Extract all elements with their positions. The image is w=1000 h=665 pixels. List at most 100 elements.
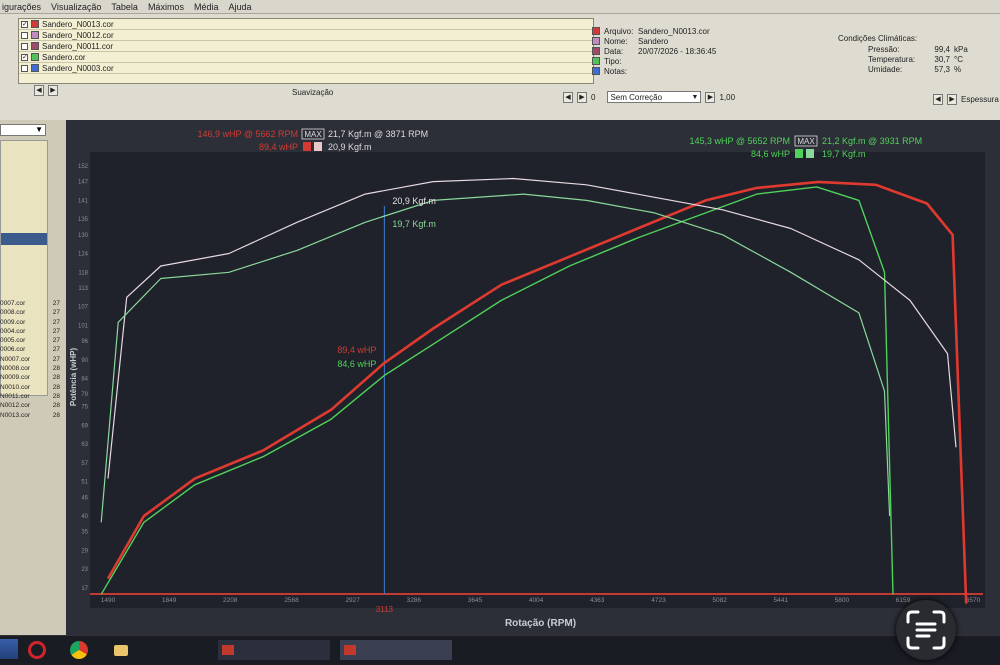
run-file-row[interactable]: Sandero_N0012.cor [19,30,593,41]
sidebar-file-list: 0007.cor 27 0008.cor 27 0009.cor 27 0004.cor 27… [0,300,66,421]
chrome-icon[interactable] [70,641,88,659]
climate-value: 30,7 [934,55,950,64]
y-tick-label: 113 [78,286,88,292]
correction-select[interactable]: Sem Correção ▼ [607,91,702,103]
run-file-list: ✓ Sandero_N0013.cor Sandero_N0012.cor Sande… [18,18,594,84]
scan-text-button[interactable] [896,600,956,660]
green-max-power-readout: 145,3 wHP @ 5652 RPM [689,136,790,146]
run-color-swatch [31,42,39,50]
plot-frame: 17 23 29 35 40 46 51 57 63 69 75 79 84 90 96 101 107 113 1… [66,120,1000,635]
sidebar-file-name: 0007.cor [0,300,26,307]
menu-item[interactable]: igurações [2,2,41,12]
red-cursor-power-readout: 89,4 wHP [259,142,298,152]
taskbar-folder-app[interactable] [110,640,210,660]
taskbar-dynotron-app-1[interactable] [218,640,330,660]
y-tick-label: 23 [81,567,88,573]
sidebar-file-name: N0010.cor [0,383,30,391]
dynotron-icon [344,645,356,655]
run-info-row: Tipo: [592,56,762,66]
menu-item[interactable]: Máximos [148,2,184,12]
sidebar-selected-item[interactable] [1,233,47,245]
run-color-swatch [31,53,39,61]
sidebar-file-name: N0011.cor [0,392,30,400]
thickness-increase-button[interactable]: ▶ [947,94,957,105]
red-power-swatch [303,142,311,151]
run-color-swatch [31,64,39,72]
sidebar-file-number: 27 [52,355,60,363]
red-max-power-readout: 146,9 wHP @ 5662 RPM [197,129,298,139]
info-color-swatch [592,47,600,55]
menu-item[interactable]: Média [194,2,219,12]
sidebar-file-item[interactable]: 0005.cor 27 [0,337,66,346]
sidebar-file-item[interactable]: 0009.cor 27 [0,319,66,328]
x-tick-label: 1849 [162,597,177,604]
thickness-decrease-button[interactable]: ◀ [933,94,943,105]
smoothing-decrease-button[interactable]: ◀ [563,91,573,103]
run-file-name: Sandero_N0012.cor [42,30,114,40]
y-tick-label: 69 [81,423,88,429]
sidebar-file-number: 27 [52,346,60,354]
sidebar-file-item[interactable]: N0012.cor 28 [0,402,66,411]
scan-icon [906,610,946,650]
menu-item[interactable]: Tabela [111,2,138,12]
plot-area [90,152,985,608]
sidebar-file-name: N0008.cor [0,365,30,373]
y-tick-label: 29 [81,548,88,554]
y-tick-label: 107 [78,305,89,311]
smoothing-value: 0 [591,92,596,102]
run-file-checkbox[interactable] [21,42,28,50]
x-tick-label: 4363 [590,597,605,604]
menu-item[interactable]: Ajuda [228,2,251,12]
info-color-swatch [592,57,600,65]
sidebar-file-item[interactable]: N0011.cor 28 [0,393,66,402]
green-cursor-power-label: 84,6 wHP [337,359,376,369]
run-file-name: Sandero_N0003.cor [42,63,114,73]
menu-bar: igurações Visualização Tabela Máximos Média A… [0,0,1000,14]
run-file-row[interactable]: ✓ Sandero.cor [19,52,593,63]
sidebar-file-item[interactable]: 0008.cor 27 [0,309,66,318]
sidebar-file-item[interactable]: N0007.cor 27 [0,356,66,365]
sidebar-file-number: 28 [52,374,60,382]
sidebar-file-number: 27 [52,318,60,326]
x-tick-label: 6570 [966,597,981,604]
sidebar-file-name: 0005.cor [0,337,26,345]
taskbar-dynotron-app-2[interactable] [340,640,452,660]
y-tick-label: 57 [81,461,88,467]
opera-icon[interactable] [28,641,46,659]
y-tick-label: 79 [81,392,88,398]
sidebar-dropdown[interactable]: ▼ [0,124,46,136]
dyno-chart[interactable]: 17 23 29 35 40 46 51 57 63 69 75 79 84 90 96 101 107 113 1… [66,120,1000,635]
y-tick-label: 124 [78,252,89,258]
menu-item[interactable]: Visualização [51,2,101,12]
climate-row: Umidade: 57,3% [838,65,988,75]
sidebar-file-item[interactable]: 0007.cor 27 [0,300,66,309]
sidebar-file-number: 28 [52,383,60,391]
run-file-checkbox[interactable] [21,31,28,39]
sidebar-file-item[interactable]: 0004.cor 27 [0,328,66,337]
run-file-row[interactable]: Sandero_N0011.cor [19,41,593,52]
sidebar-file-item[interactable]: 0006.cor 27 [0,346,66,355]
correction-spin-button[interactable]: ▶ [705,91,716,103]
red-cursor-power-label: 89,4 wHP [337,345,376,355]
sidebar-file-number: 27 [52,300,60,307]
x-tick-label: 3286 [407,597,422,604]
sidebar-file-name: 0008.cor [0,309,26,317]
sidebar-file-item[interactable]: N0009.cor 28 [0,374,66,383]
run-file-checkbox[interactable]: ✓ [21,53,28,61]
smoothing-increase-button[interactable]: ▶ [577,91,587,103]
green-cursor-torque-readout: 19,7 Kgf.m [822,149,866,159]
green-power-swatch [795,149,803,158]
windows-start-icon[interactable] [0,639,18,659]
scroll-left-button[interactable]: ◀ [34,85,44,96]
scroll-right-button[interactable]: ▶ [48,85,58,96]
y-tick-label: 152 [78,164,89,170]
run-file-row[interactable]: ✓ Sandero_N0013.cor [19,19,593,30]
run-file-checkbox[interactable]: ✓ [21,20,28,28]
sidebar-file-item[interactable]: N0008.cor 28 [0,365,66,374]
sidebar-file-name: N0013.cor [0,411,30,419]
run-file-checkbox[interactable] [21,64,28,72]
sidebar-file-item[interactable]: N0013.cor 28 [0,412,66,421]
sidebar-file-item[interactable]: N0010.cor 28 [0,384,66,393]
run-file-row[interactable]: Sandero_N0003.cor [19,63,593,74]
sidebar-file-name: N0009.cor [0,374,30,382]
